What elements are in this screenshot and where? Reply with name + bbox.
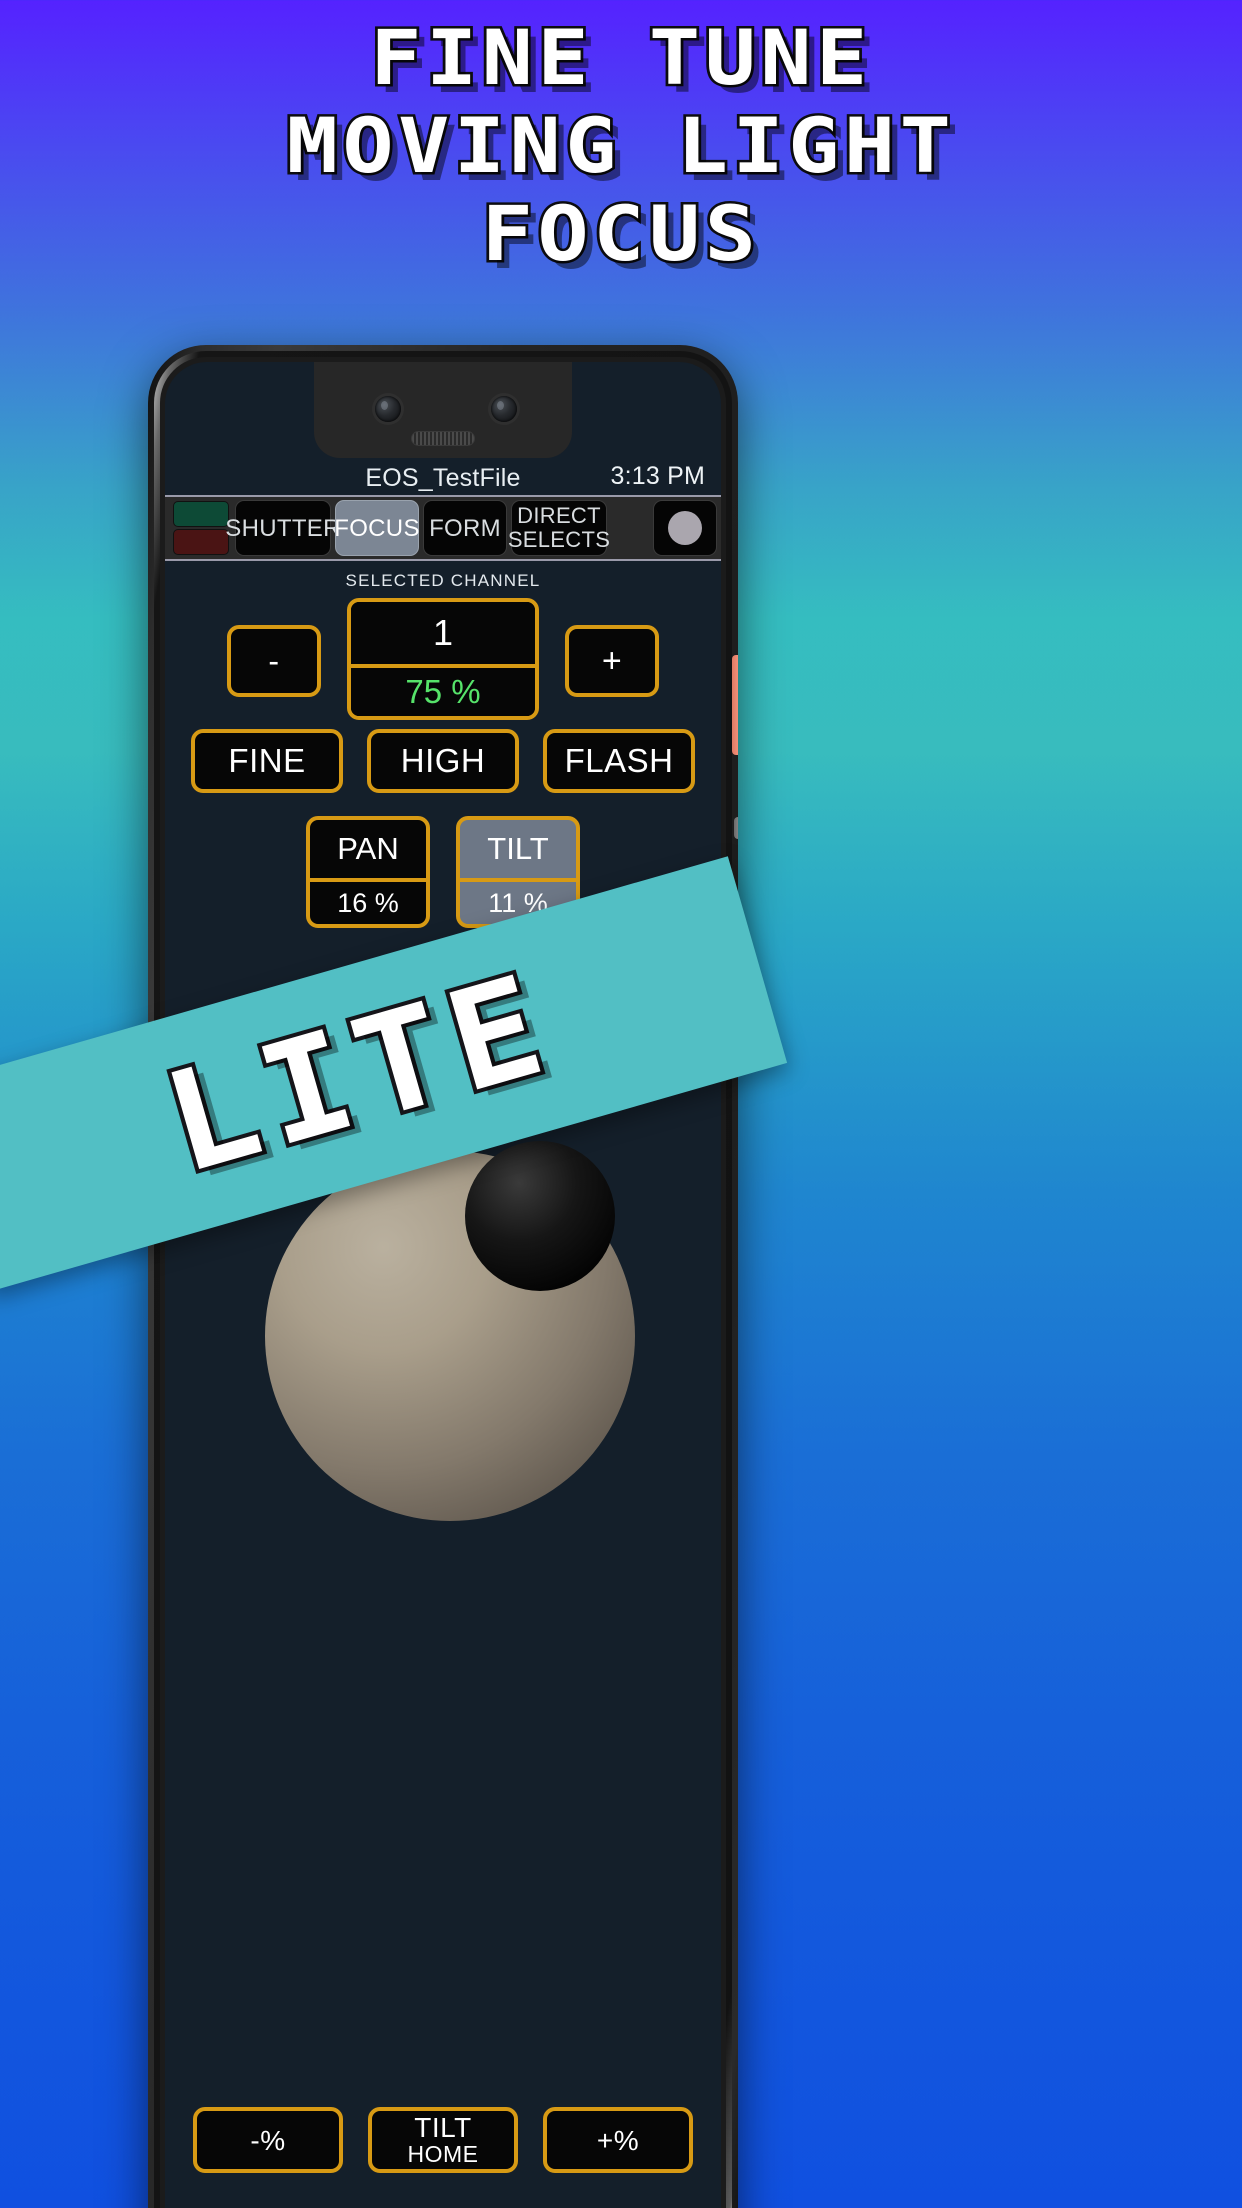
increment-percent-label: +% xyxy=(596,2124,640,2156)
pan-control[interactable]: PAN 16 % xyxy=(306,816,430,928)
fine-button[interactable]: FINE xyxy=(191,729,343,793)
selected-channel-display[interactable]: 1 75 % xyxy=(347,598,539,720)
tilt-home-label: TILT xyxy=(414,2112,472,2143)
encoder-button[interactable] xyxy=(653,500,717,556)
tab-direct-selects-line2: SELECTS xyxy=(507,527,611,552)
tilt-label: TILT xyxy=(487,831,549,866)
selected-channel-label: SELECTED CHANNEL xyxy=(345,571,541,590)
encoder-knob-icon xyxy=(668,511,702,545)
selected-channel-number: 1 xyxy=(351,602,535,664)
beam-sphere-small xyxy=(465,1141,615,1291)
front-camera-icon xyxy=(375,396,401,422)
phone-mockup: EOS_TestFile 3:13 PM SHUTTER FOCUS FORM … xyxy=(148,345,738,2208)
show-file-title: EOS_TestFile xyxy=(365,463,521,492)
channel-status-indicator xyxy=(169,500,231,556)
tab-form[interactable]: FORM xyxy=(423,500,507,556)
channel-row: - 1 75 % + xyxy=(165,593,721,720)
decrement-percent-button[interactable]: -% xyxy=(193,2107,343,2173)
tab-focus[interactable]: FOCUS xyxy=(334,500,419,556)
channel-increment-button[interactable]: + xyxy=(565,625,659,697)
high-button[interactable]: HIGH xyxy=(367,729,519,793)
tab-direct-selects-line1: DIRECT xyxy=(517,503,601,528)
status-bar-clock: 3:13 PM xyxy=(610,462,705,490)
fixture-preview-graphic xyxy=(165,1131,721,1731)
headline-line-3: FOCUS xyxy=(479,187,761,280)
bottom-button-row: -% TILT HOME +% xyxy=(165,2107,721,2173)
volume-up-button[interactable] xyxy=(734,817,738,839)
promo-headline: FINE TUNE MOVING LIGHT FOCUS xyxy=(0,11,1242,280)
decrement-percent-label: -% xyxy=(250,2124,286,2156)
pan-label: PAN xyxy=(337,831,399,866)
app-content: SELECTED CHANNEL - 1 75 % + FINE HIGH FL… xyxy=(165,561,721,2208)
tab-direct-selects[interactable]: DIRECT SELECTS xyxy=(507,500,611,556)
earpiece-speaker-icon xyxy=(411,431,475,446)
channel-decrement-button[interactable]: - xyxy=(227,625,321,697)
device-notch xyxy=(314,362,572,458)
tilt-home-button[interactable]: TILT HOME xyxy=(368,2107,518,2173)
selected-channel-intensity: 75 % xyxy=(351,664,535,716)
tab-shutter[interactable]: SHUTTER xyxy=(225,500,340,556)
pan-value: 16 % xyxy=(310,878,426,924)
power-button[interactable] xyxy=(732,655,738,755)
headline-line-1: FINE TUNE xyxy=(367,11,872,104)
indicator-bar-red xyxy=(173,529,229,555)
front-camera-secondary-icon xyxy=(491,396,517,422)
flash-button[interactable]: FLASH xyxy=(543,729,695,793)
headline-line-2: MOVING LIGHT xyxy=(284,99,956,192)
mode-button-row: FINE HIGH FLASH xyxy=(165,729,721,793)
tab-bar: SHUTTER FOCUS FORM DIRECT SELECTS xyxy=(165,495,721,561)
tilt-home-sublabel: HOME xyxy=(407,2141,479,2167)
increment-percent-button[interactable]: +% xyxy=(543,2107,693,2173)
indicator-bar-green xyxy=(173,501,229,527)
status-bar: EOS_TestFile 3:13 PM xyxy=(165,460,721,496)
phone-screen: EOS_TestFile 3:13 PM SHUTTER FOCUS FORM … xyxy=(165,362,721,2208)
